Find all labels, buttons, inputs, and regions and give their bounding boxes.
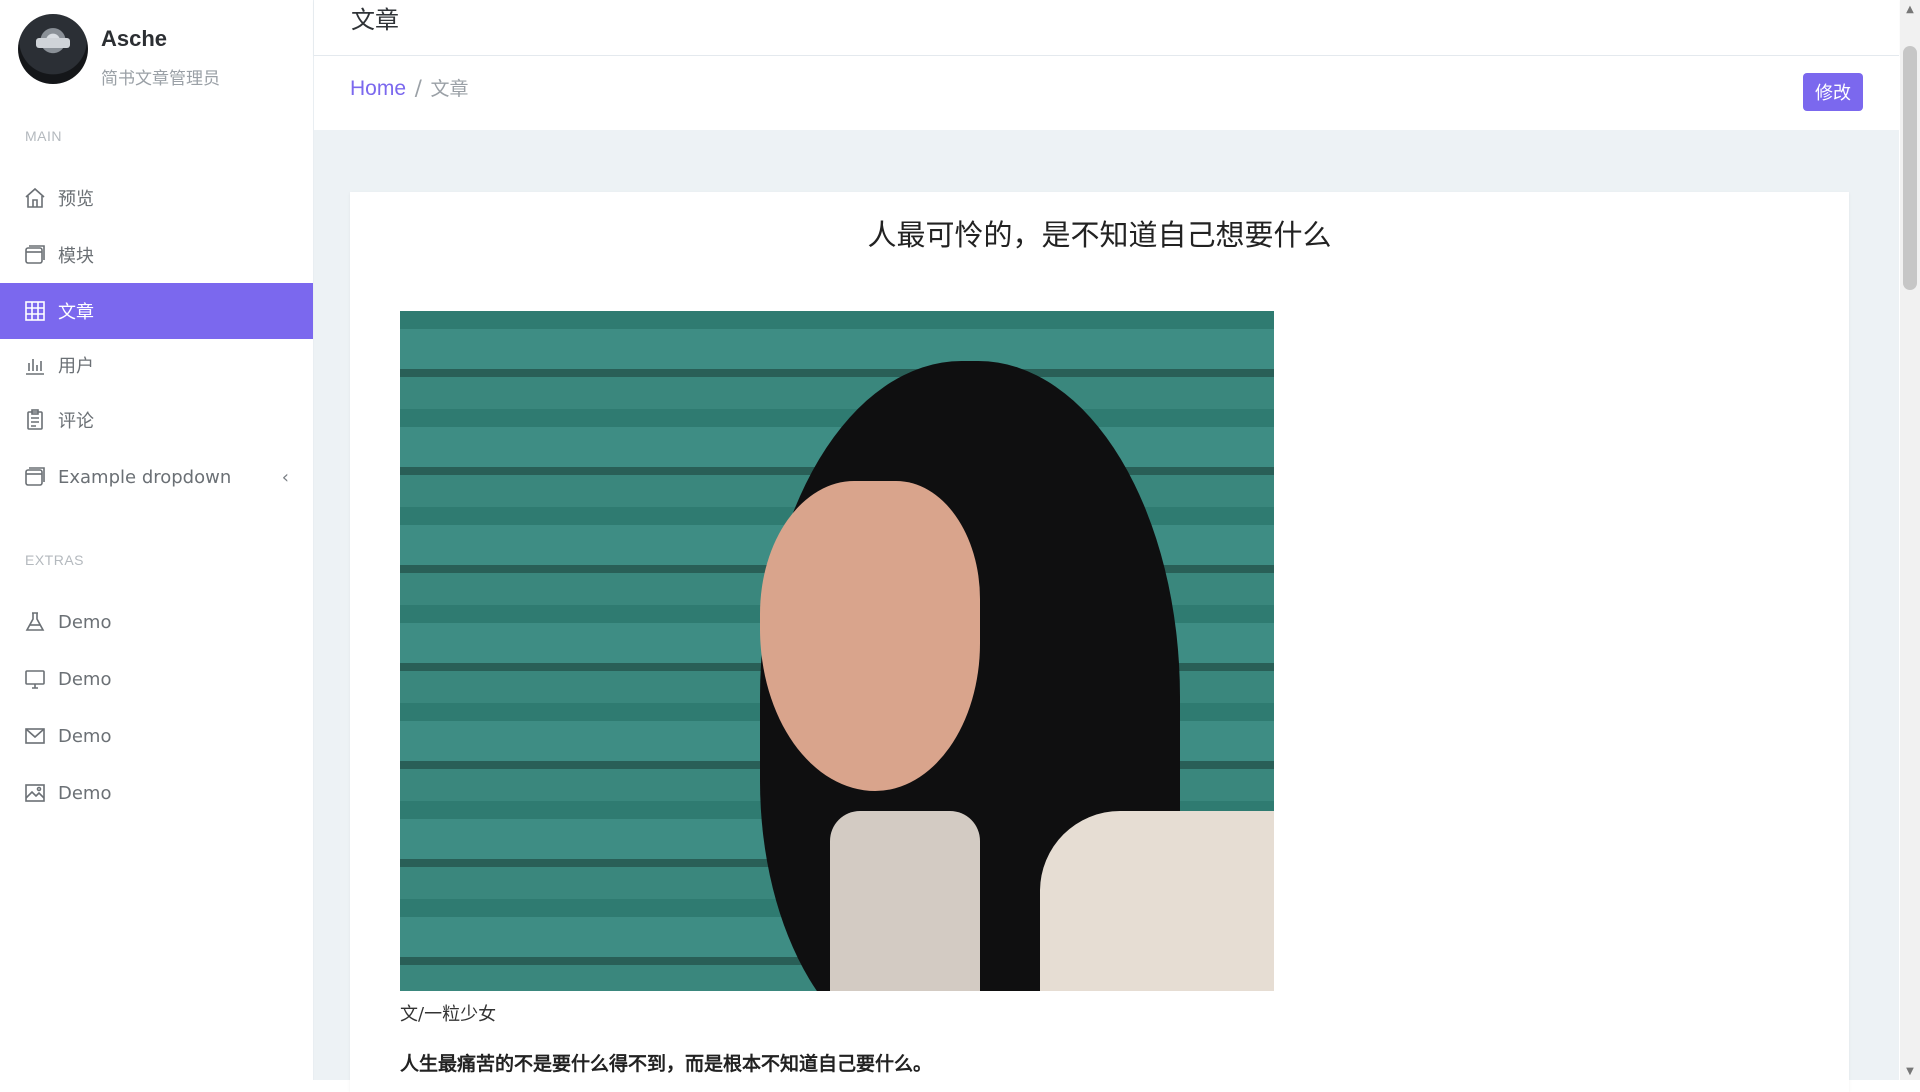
sidebar-item-label: 评论 — [58, 411, 94, 432]
top-header: 文章 — [314, 0, 1899, 56]
sidebar-item-label: Demo — [58, 668, 112, 690]
sidebar-item-label: Demo — [58, 782, 112, 804]
scroll-down-arrow-icon[interactable]: ▼ — [1900, 1062, 1920, 1080]
bar-chart-icon — [22, 352, 48, 378]
flask-icon — [22, 609, 48, 635]
breadcrumb: Home / 文章 — [350, 74, 469, 101]
article-paragraph: 人生最痛苦的不是要什么得不到，而是根本不知道自己要什么。 — [400, 1053, 933, 1075]
page-title: 文章 — [351, 6, 399, 34]
article-card: 人最可怜的，是不知道自己想要什么 文/一粒少女 人生最痛苦的不是要什么得不到，而… — [350, 192, 1849, 1092]
sidebar-item-demo-image[interactable]: Demo — [0, 765, 313, 821]
image-icon — [22, 780, 48, 806]
mail-icon — [22, 723, 48, 749]
sidebar-item-label: 文章 — [58, 302, 94, 323]
sidebar-item-label: Example dropdown — [58, 466, 232, 488]
scroll-up-arrow-icon[interactable]: ▲ — [1900, 0, 1920, 18]
sidebar-item-comments[interactable]: 评论 — [0, 392, 313, 448]
sidebar-item-demo-flask[interactable]: Demo — [0, 594, 313, 650]
photo-coat — [1040, 811, 1274, 991]
article-caption: 文/一粒少女 — [400, 1004, 497, 1025]
section-label-extras: EXTRAS — [25, 552, 85, 568]
breadcrumb-bar: Home / 文章 修改 — [314, 56, 1899, 130]
home-icon — [22, 185, 48, 211]
profile-role: 简书文章管理员 — [101, 69, 220, 89]
profile-name: Asche — [101, 26, 168, 51]
grid-icon — [22, 298, 48, 324]
sidebar-item-preview[interactable]: 预览 — [0, 170, 313, 226]
sidebar-item-example-dropdown[interactable]: Example dropdown ‹ — [0, 449, 313, 505]
sidebar-item-label: Demo — [58, 611, 112, 633]
photo-collar — [830, 811, 980, 991]
sidebar-item-demo-monitor[interactable]: Demo — [0, 651, 313, 707]
sidebar-item-label: Demo — [58, 725, 112, 747]
clipboard-icon — [22, 407, 48, 433]
sidebar-item-modules[interactable]: 模块 — [0, 227, 313, 283]
section-label-main: MAIN — [25, 128, 62, 144]
sidebar-item-label: 模块 — [58, 246, 94, 267]
breadcrumb-current: 文章 — [430, 78, 469, 100]
scrollbar-thumb[interactable] — [1903, 46, 1917, 290]
content-area: 人最可怜的，是不知道自己想要什么 文/一粒少女 人生最痛苦的不是要什么得不到，而… — [314, 130, 1899, 1092]
edit-button[interactable]: 修改 — [1803, 73, 1863, 111]
sidebar: Asche 简书文章管理员 MAIN 预览 模块 文章 用户 评论 Exampl… — [0, 0, 314, 1080]
vertical-scrollbar[interactable]: ▲ ▼ — [1900, 0, 1920, 1080]
profile: Asche 简书文章管理员 — [18, 14, 308, 89]
browser-window-icon — [22, 464, 48, 490]
breadcrumb-separator: / — [414, 76, 422, 100]
sidebar-item-label: 用户 — [58, 356, 94, 377]
breadcrumb-home-link[interactable]: Home — [350, 77, 406, 100]
article-title: 人最可怜的，是不知道自己想要什么 — [867, 218, 1332, 252]
sidebar-item-demo-mail[interactable]: Demo — [0, 708, 313, 764]
sidebar-item-users[interactable]: 用户 — [0, 337, 313, 393]
sidebar-item-articles[interactable]: 文章 — [0, 283, 313, 339]
monitor-icon — [22, 666, 48, 692]
chevron-left-icon: ‹ — [281, 466, 289, 488]
avatar[interactable] — [18, 14, 88, 84]
browser-window-icon — [22, 242, 48, 268]
sidebar-item-label: 预览 — [58, 189, 94, 210]
article-photo — [400, 311, 1274, 991]
